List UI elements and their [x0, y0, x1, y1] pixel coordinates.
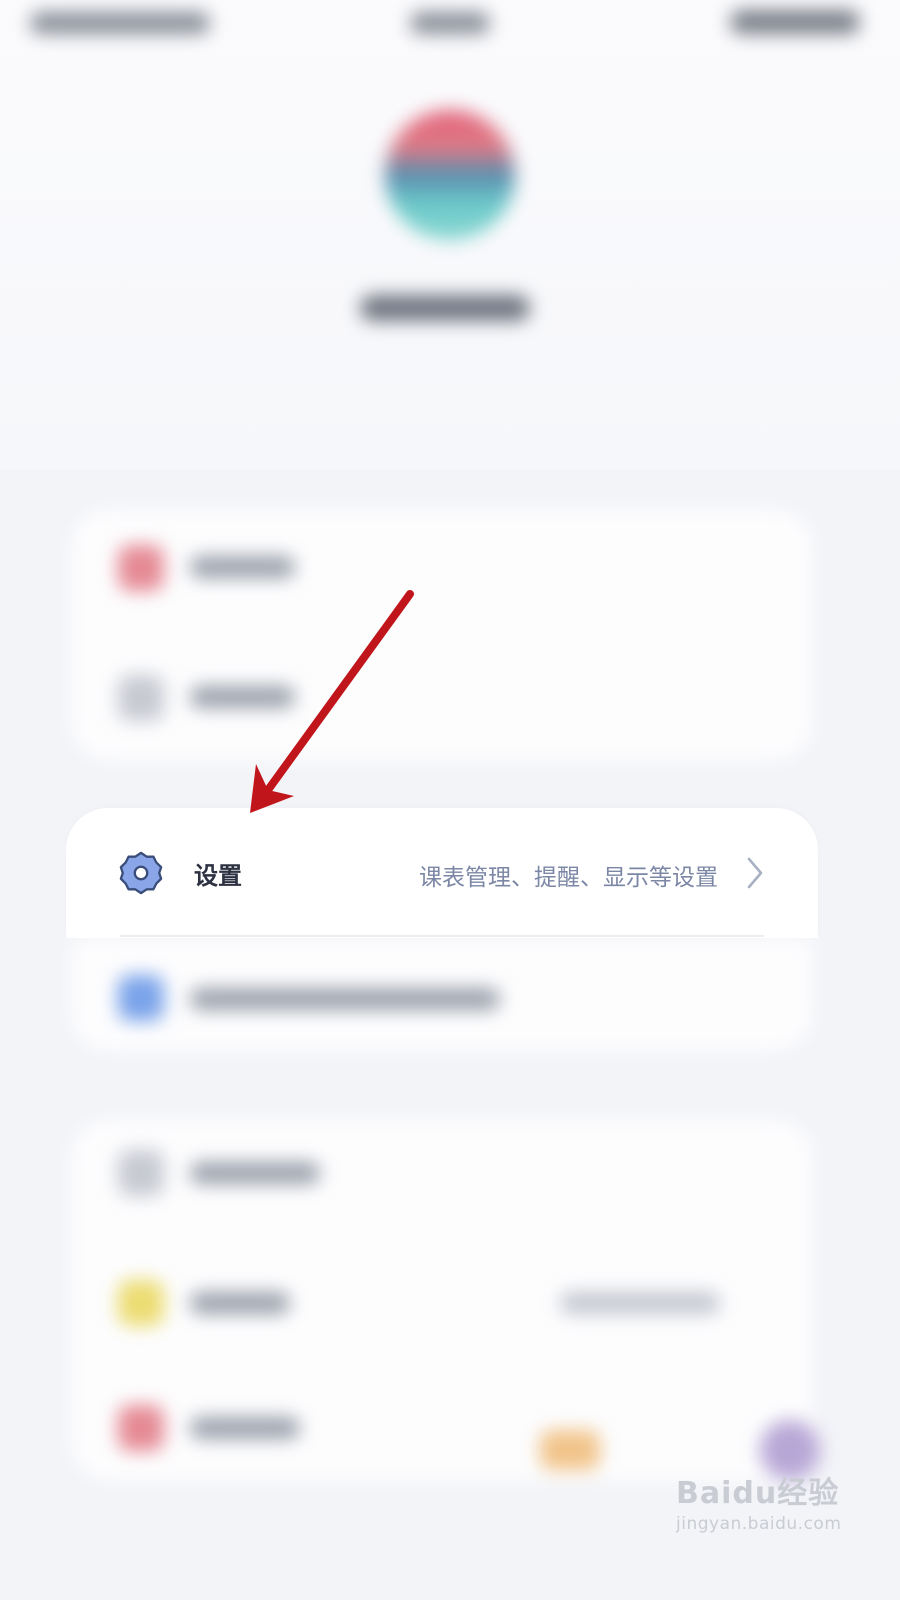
- menu-card-1: [72, 510, 812, 760]
- status-bar-indicators: [730, 10, 860, 34]
- settings-row[interactable]: 设置 课表管理、提醒、显示等设置: [66, 808, 818, 938]
- tab-bar-icon[interactable]: [540, 1430, 600, 1470]
- settings-card: 设置 课表管理、提醒、显示等设置: [66, 808, 818, 938]
- settings-description: 课表管理、提醒、显示等设置: [419, 865, 718, 891]
- menu-item-label: [190, 1292, 290, 1314]
- menu-item-icon: [118, 975, 164, 1021]
- menu-item-icon: [118, 545, 164, 591]
- username: [360, 295, 530, 321]
- menu-item-icon: [118, 675, 164, 721]
- menu-item-icon: [118, 1405, 164, 1451]
- menu-item-label: [190, 1162, 320, 1184]
- menu-item-label: [190, 1417, 300, 1439]
- divider: [120, 935, 764, 937]
- chevron-right-icon: [747, 857, 763, 889]
- watermark-logo: Baidu经验: [676, 1476, 840, 1511]
- menu-item-value: [560, 1292, 720, 1314]
- status-bar-center: [410, 12, 490, 34]
- gear-icon: [119, 851, 163, 895]
- menu-item-icon: [118, 1150, 164, 1196]
- menu-item-label: [190, 556, 295, 578]
- watermark: Baidu经验 jingyan.baidu.com: [676, 1468, 841, 1534]
- avatar[interactable]: [385, 110, 515, 240]
- watermark-url: jingyan.baidu.com: [676, 1514, 842, 1534]
- menu-item-label: [190, 686, 295, 708]
- menu-item-icon: [118, 1280, 164, 1326]
- menu-item-label: [190, 988, 500, 1010]
- profile-header: [0, 0, 900, 470]
- settings-title: 设置: [194, 862, 242, 890]
- status-bar-time: [30, 12, 210, 34]
